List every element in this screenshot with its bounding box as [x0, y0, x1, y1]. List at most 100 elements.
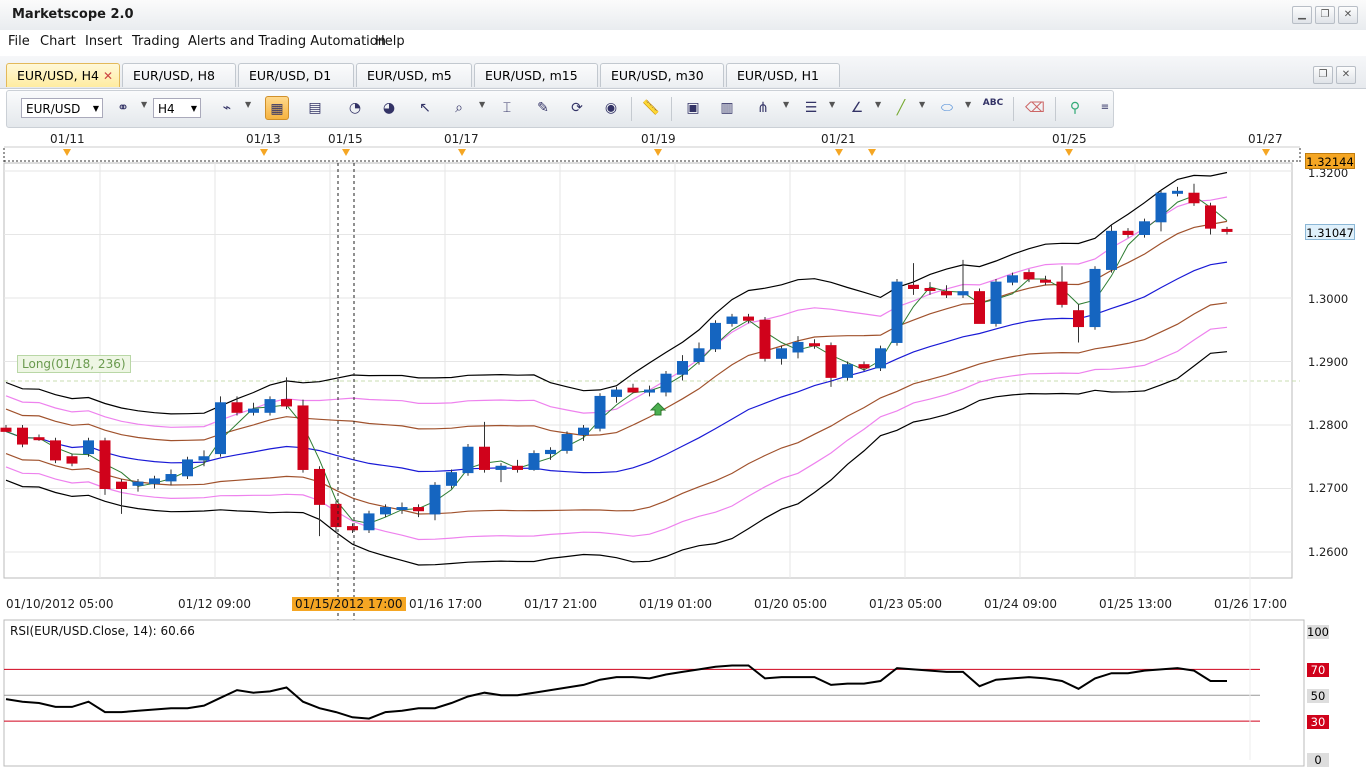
rsi-level-label: 30: [1307, 715, 1329, 729]
chevron-down-icon[interactable]: ▼: [245, 100, 251, 109]
candle-body: [198, 456, 210, 461]
cursor-icon[interactable]: ↖: [413, 96, 437, 120]
trend-icon[interactable]: ∠: [845, 96, 869, 120]
chevron-down-icon[interactable]: ▼: [141, 100, 147, 109]
candle-body: [891, 281, 903, 343]
candle-body: [1056, 281, 1068, 305]
zoom-icon[interactable]: ⌕: [447, 96, 471, 120]
template-icon[interactable]: ▥: [715, 96, 739, 120]
x-axis-label: 01/24 09:00: [984, 597, 1057, 611]
tab-label: EUR/USD, H8: [133, 68, 215, 83]
minimize-button[interactable]: ▁: [1292, 6, 1312, 24]
bars-icon[interactable]: ▤: [303, 96, 327, 120]
upper-band-line: [5, 196, 1228, 428]
tab-eurusd-h4[interactable]: EUR/USD, H4 ✕: [6, 63, 120, 87]
rsi-line: [5, 664, 1227, 720]
candle-body: [809, 343, 820, 347]
menu-insert[interactable]: Insert: [85, 34, 122, 49]
candle-body: [314, 468, 325, 505]
more-icon[interactable]: ≡: [1093, 96, 1117, 120]
remove-indicator-icon[interactable]: ◕: [377, 96, 401, 120]
top-date-label: 01/21: [821, 132, 856, 146]
ruler-icon[interactable]: 📏: [639, 96, 663, 120]
rsi-level-label: 70: [1307, 663, 1329, 677]
candle-body: [281, 399, 292, 407]
chart-toolbar: EUR/USD ▼ ⚭ ▼ H4 ▼ ⌁ ▼ ▦ ▤ ◔ ◕ ↖ ⌕ ▼ ⌶ ✎ ⟳…: [6, 90, 1114, 128]
chevron-down-icon[interactable]: ▼: [965, 100, 971, 109]
restore-tab-button[interactable]: ❐: [1313, 66, 1333, 84]
chevron-down-icon[interactable]: ▼: [829, 100, 835, 109]
candle-body: [990, 281, 1002, 324]
tab-eurusd-m30[interactable]: EUR/USD, m30: [600, 63, 724, 87]
candles: [0, 183, 1233, 537]
line-icon[interactable]: ╱: [889, 96, 913, 120]
x-axis-highlight-label: 01/15/2012 17:00: [292, 597, 406, 611]
restore-button[interactable]: ❐: [1315, 6, 1335, 24]
chevron-down-icon: ▼: [190, 104, 197, 113]
levels-icon[interactable]: ☰: [799, 96, 823, 120]
chart-tabs: EUR/USD, H4 ✕ EUR/USD, H8 EUR/USD, D1 EU…: [0, 56, 1366, 89]
menu-chart[interactable]: Chart: [40, 34, 76, 49]
eraser-icon[interactable]: ⌫: [1023, 96, 1047, 120]
add-indicator-icon[interactable]: ◔: [343, 96, 367, 120]
text-icon[interactable]: ABC: [981, 96, 1005, 120]
candle-body: [1172, 190, 1183, 194]
chevron-down-icon[interactable]: ▼: [479, 100, 485, 109]
tab-eurusd-m15[interactable]: EUR/USD, m15: [474, 63, 598, 87]
candle-body: [924, 287, 936, 291]
candle-body: [693, 348, 705, 362]
menu-file[interactable]: File: [8, 34, 30, 49]
tab-eurusd-h8[interactable]: EUR/USD, H8: [122, 63, 236, 87]
menu-trading[interactable]: Trading: [132, 34, 180, 49]
date-marker-icon: [1262, 149, 1270, 156]
tab-eurusd-m5[interactable]: EUR/USD, m5: [356, 63, 472, 87]
menu-alerts[interactable]: Alerts and Trading Automation: [188, 34, 386, 49]
tab-label: EUR/USD, H4: [17, 68, 99, 83]
candle-body: [1073, 310, 1084, 328]
close-button[interactable]: ✕: [1338, 6, 1358, 24]
candle-body: [50, 440, 61, 461]
chevron-down-icon[interactable]: ▼: [919, 100, 925, 109]
chevron-down-icon[interactable]: ▼: [783, 100, 789, 109]
candle-body: [974, 291, 985, 324]
candle-body: [116, 481, 127, 489]
instrument-value: EUR/USD: [26, 102, 81, 116]
close-icon[interactable]: ✕: [103, 64, 113, 88]
x-axis-label: 01/23 05:00: [869, 597, 942, 611]
menu-help[interactable]: Help: [375, 34, 405, 49]
candle-body: [1007, 275, 1018, 283]
edit-icon[interactable]: ✎: [531, 96, 555, 120]
tab-label: EUR/USD, m15: [485, 68, 578, 83]
tab-eurusd-d1[interactable]: EUR/USD, D1: [238, 63, 354, 87]
tree-icon[interactable]: ⚲: [1063, 96, 1087, 120]
timeframe-select[interactable]: H4 ▼: [153, 98, 201, 118]
candle-body: [446, 472, 457, 486]
chevron-down-icon[interactable]: ▼: [875, 100, 881, 109]
date-marker-icon: [1065, 149, 1073, 156]
fibonacci-icon[interactable]: ⋔: [751, 96, 775, 120]
menu-bar: File Chart Insert Trading Alerts and Tra…: [0, 30, 1366, 52]
refresh-icon[interactable]: ⟳: [565, 96, 589, 120]
candle-body: [413, 507, 424, 512]
chart-type-icon[interactable]: ⚭: [111, 96, 135, 120]
long-position-label[interactable]: Long(01/18, 236): [17, 355, 131, 373]
candle-body: [957, 291, 969, 296]
close-tab-button[interactable]: ✕: [1336, 66, 1356, 84]
toolbar-divider: [1013, 97, 1014, 121]
candle-body: [561, 434, 573, 451]
globe-icon[interactable]: ◉: [599, 96, 623, 120]
x-axis-label: 01/19 01:00: [639, 597, 712, 611]
ellipse-icon[interactable]: ⬭: [935, 96, 959, 120]
price-label: 1.2700: [1308, 481, 1349, 495]
instrument-select[interactable]: EUR/USD ▼: [21, 98, 103, 118]
candle-body: [578, 427, 589, 436]
crosshair-icon[interactable]: ⌶: [495, 96, 519, 120]
candle-body: [825, 345, 837, 378]
indicator-icon[interactable]: ⌁: [215, 96, 239, 120]
candle-body: [1023, 272, 1035, 280]
candles-icon[interactable]: ▦: [265, 96, 289, 120]
tab-eurusd-h1[interactable]: EUR/USD, H1: [726, 63, 840, 87]
current-price-tag: 1.31047: [1305, 224, 1355, 240]
screenshot-icon[interactable]: ▣: [681, 96, 705, 120]
candle-body: [627, 387, 639, 393]
